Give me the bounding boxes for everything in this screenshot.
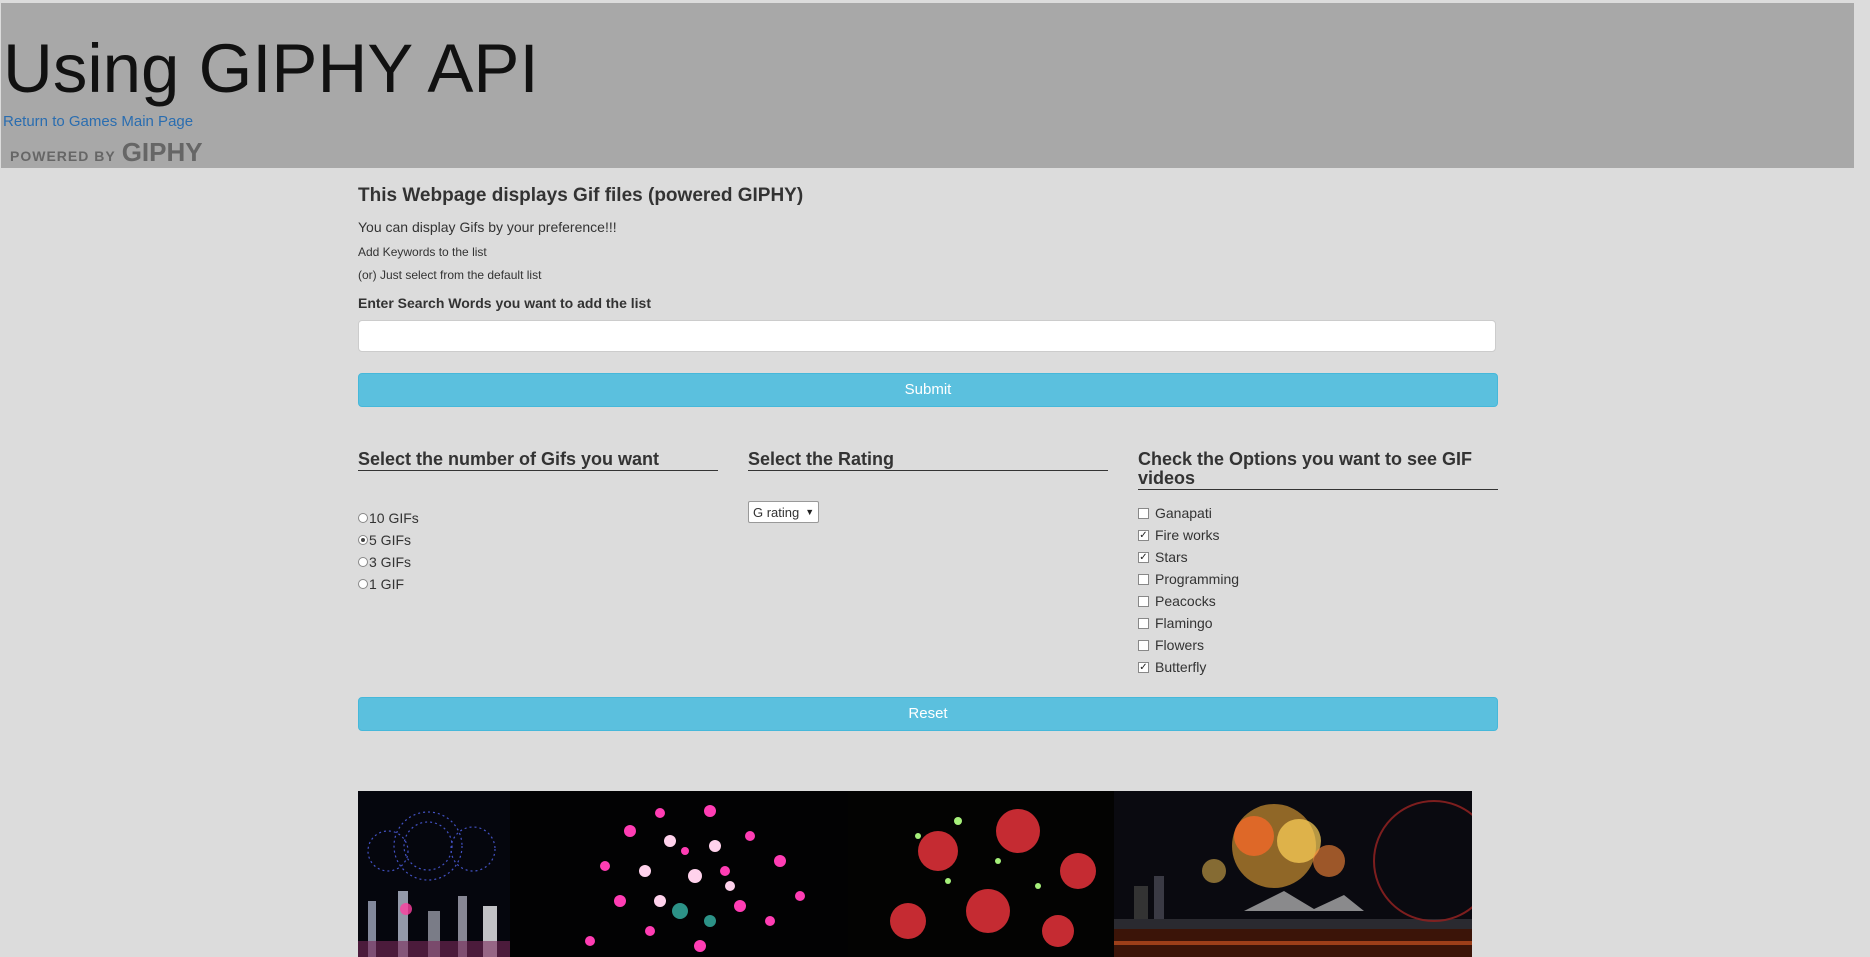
gif-options-checkbox-group: Ganapati ✓ Fire works ✓ Stars Programming Peac… <box>1138 502 1498 678</box>
checkbox-unchecked[interactable] <box>1138 573 1149 585</box>
gif-gallery <box>358 791 1472 957</box>
dropdown-arrow-icon: ▼ <box>805 507 815 517</box>
checkbox-checked[interactable]: ✓ <box>1138 551 1149 563</box>
gif-option-item[interactable]: Peacocks <box>1138 590 1498 612</box>
intro-line-3: (or) Just select from the default list <box>358 268 542 282</box>
gif-count-option-label: 5 GIFs <box>369 532 412 548</box>
gif-option-label: Programming <box>1155 571 1240 587</box>
checkbox-unchecked[interactable] <box>1138 595 1149 607</box>
submit-button[interactable]: Submit <box>358 373 1498 407</box>
intro-heading: This Webpage displays Gif files (powered… <box>358 185 804 206</box>
gif-count-option-label: 10 GIFs <box>369 510 419 526</box>
checkbox-unchecked[interactable] <box>1138 617 1149 629</box>
giphy-brand: GIPHY <box>121 137 203 167</box>
gif-option-label: Butterfly <box>1155 659 1207 675</box>
search-input[interactable] <box>358 320 1496 352</box>
page-header: Using GIPHY API Return to Games Main Pag… <box>1 3 1854 168</box>
gif-option-label: Flowers <box>1155 637 1205 653</box>
gif-options-section: Check the Options you want to see GIF vi… <box>1138 450 1498 678</box>
gif-count-option[interactable]: 1 GIF <box>358 573 718 595</box>
gif-option-item[interactable]: ✓ Stars <box>1138 546 1498 568</box>
gif-count-radio-group: 10 GIFs 5 GIFs 3 GIFs 1 GIF <box>358 507 718 595</box>
gif-image-red-fireworks[interactable] <box>848 791 1114 957</box>
rating-select[interactable]: G rating ▼ <box>748 501 820 523</box>
gif-option-item[interactable]: Programming <box>1138 568 1498 590</box>
gif-option-label: Peacocks <box>1155 593 1216 609</box>
powered-by-label: POWERED BY <box>10 148 116 164</box>
radio-button[interactable] <box>358 557 368 567</box>
gif-option-item[interactable]: Flamingo <box>1138 612 1498 634</box>
gif-image-pink-bokeh[interactable] <box>510 791 848 957</box>
rating-section: Select the Rating G rating ▼ <box>748 450 1108 523</box>
gif-option-item[interactable]: ✓ Butterfly <box>1138 656 1498 678</box>
return-to-games-link[interactable]: Return to Games Main Page <box>3 113 193 130</box>
checkbox-unchecked[interactable] <box>1138 507 1149 519</box>
checkbox-checked[interactable]: ✓ <box>1138 529 1149 541</box>
gif-count-option[interactable]: 5 GIFs <box>358 529 718 551</box>
gif-option-label: Stars <box>1155 549 1188 565</box>
gif-count-option[interactable]: 10 GIFs <box>358 507 718 529</box>
gif-image-harbour-fireworks[interactable] <box>1114 791 1472 957</box>
reset-button[interactable]: Reset <box>358 697 1498 731</box>
gif-option-label: Flamingo <box>1155 615 1213 631</box>
powered-by-giphy-logo: POWERED BY GIPHY <box>10 137 203 168</box>
gif-option-item[interactable]: ✓ Fire works <box>1138 524 1498 546</box>
radio-button[interactable] <box>358 535 368 545</box>
gif-option-item[interactable]: Ganapati <box>1138 502 1498 524</box>
radio-button[interactable] <box>358 513 368 523</box>
gif-option-label: Fire works <box>1155 527 1220 543</box>
rating-heading: Select the Rating <box>748 450 1108 471</box>
checkbox-unchecked[interactable] <box>1138 639 1149 651</box>
rating-selected-value: G rating <box>753 504 800 520</box>
gif-count-heading: Select the number of Gifs you want <box>358 450 718 471</box>
gif-image-city-fireworks[interactable] <box>358 791 510 957</box>
gif-option-item[interactable]: Flowers <box>1138 634 1498 656</box>
intro-line-1: You can display Gifs by your preference!… <box>358 219 617 235</box>
checkbox-checked[interactable]: ✓ <box>1138 661 1149 673</box>
radio-button[interactable] <box>358 579 368 589</box>
search-label: Enter Search Words you want to add the l… <box>358 295 652 311</box>
gif-count-option[interactable]: 3 GIFs <box>358 551 718 573</box>
gif-count-option-label: 3 GIFs <box>369 554 412 570</box>
intro-line-2: Add Keywords to the list <box>358 245 487 259</box>
gif-options-heading: Check the Options you want to see GIF vi… <box>1138 450 1498 490</box>
page-title: Using GIPHY API <box>3 30 539 107</box>
gif-count-option-label: 1 GIF <box>369 576 405 592</box>
gif-count-section: Select the number of Gifs you want 10 GI… <box>358 450 718 595</box>
gif-option-label: Ganapati <box>1155 505 1212 521</box>
